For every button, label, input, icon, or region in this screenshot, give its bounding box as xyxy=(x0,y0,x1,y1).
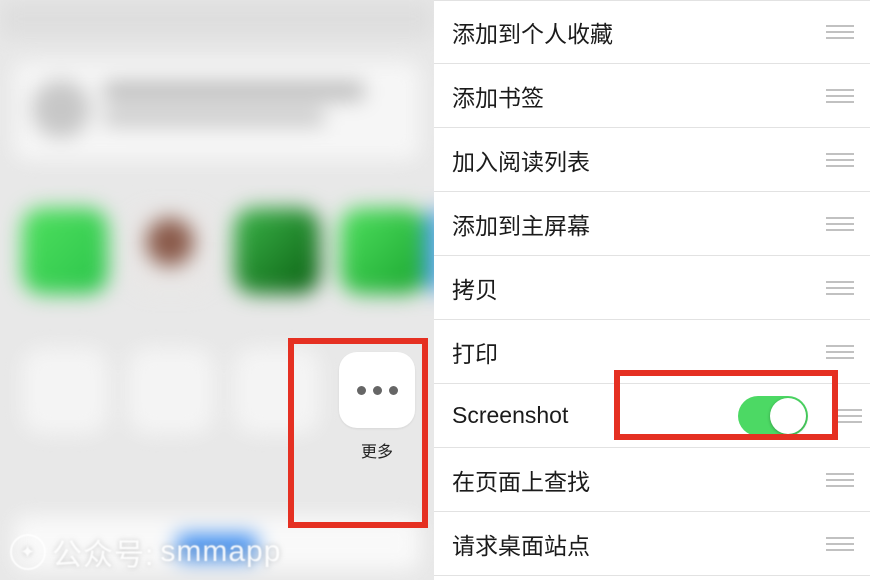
row-find-on-page[interactable]: 在页面上查找 xyxy=(434,448,870,512)
row-label: 加入阅读列表 xyxy=(452,143,826,177)
more-icon-tile[interactable] xyxy=(339,352,415,428)
share-sheet-blurred: 更多 ✦ 公众号: smmapp xyxy=(0,0,434,580)
row-print[interactable]: 打印 xyxy=(434,320,870,384)
blurred-background xyxy=(0,0,434,580)
row-screenshot[interactable]: Screenshot xyxy=(434,384,870,448)
more-button[interactable]: 更多 xyxy=(330,352,424,462)
row-label: 添加书签 xyxy=(452,79,826,113)
tutorial-composite: 更多 ✦ 公众号: smmapp 添加到个人收藏 添加书签 加入阅读列表 添加到… xyxy=(0,0,870,580)
row-desktop-site[interactable]: 请求桌面站点 xyxy=(434,512,870,576)
row-reading-list[interactable]: 加入阅读列表 xyxy=(434,128,870,192)
row-add-bookmark[interactable]: 添加书签 xyxy=(434,64,870,128)
row-label: 请求桌面站点 xyxy=(452,527,826,561)
watermark-prefix: 公众号: xyxy=(52,530,154,574)
drag-handle-icon[interactable] xyxy=(826,281,854,295)
row-label: 添加到主屏幕 xyxy=(452,207,826,241)
row-add-favorites[interactable]: 添加到个人收藏 xyxy=(434,0,870,64)
drag-handle-icon[interactable] xyxy=(826,25,854,39)
ellipsis-icon xyxy=(357,386,398,395)
row-label: 在页面上查找 xyxy=(452,463,826,497)
row-label: 添加到个人收藏 xyxy=(452,15,826,49)
drag-handle-icon[interactable] xyxy=(826,153,854,167)
activities-settings-list: 添加到个人收藏 添加书签 加入阅读列表 添加到主屏幕 拷贝 打印 Screens… xyxy=(434,0,870,580)
screenshot-toggle[interactable] xyxy=(738,396,808,436)
row-label: Screenshot xyxy=(452,402,738,429)
watermark: ✦ 公众号: smmapp xyxy=(0,530,434,574)
drag-handle-icon[interactable] xyxy=(826,217,854,231)
row-copy[interactable]: 拷贝 xyxy=(434,256,870,320)
drag-handle-icon[interactable] xyxy=(826,345,854,359)
drag-handle-icon[interactable] xyxy=(834,409,862,423)
watermark-name: smmapp xyxy=(160,535,281,569)
drag-handle-icon[interactable] xyxy=(826,89,854,103)
row-label: 打印 xyxy=(452,335,826,369)
wechat-icon: ✦ xyxy=(10,534,46,570)
more-button-label: 更多 xyxy=(330,438,424,462)
drag-handle-icon[interactable] xyxy=(826,473,854,487)
drag-handle-icon[interactable] xyxy=(826,537,854,551)
row-label: 拷贝 xyxy=(452,271,826,305)
row-home-screen[interactable]: 添加到主屏幕 xyxy=(434,192,870,256)
